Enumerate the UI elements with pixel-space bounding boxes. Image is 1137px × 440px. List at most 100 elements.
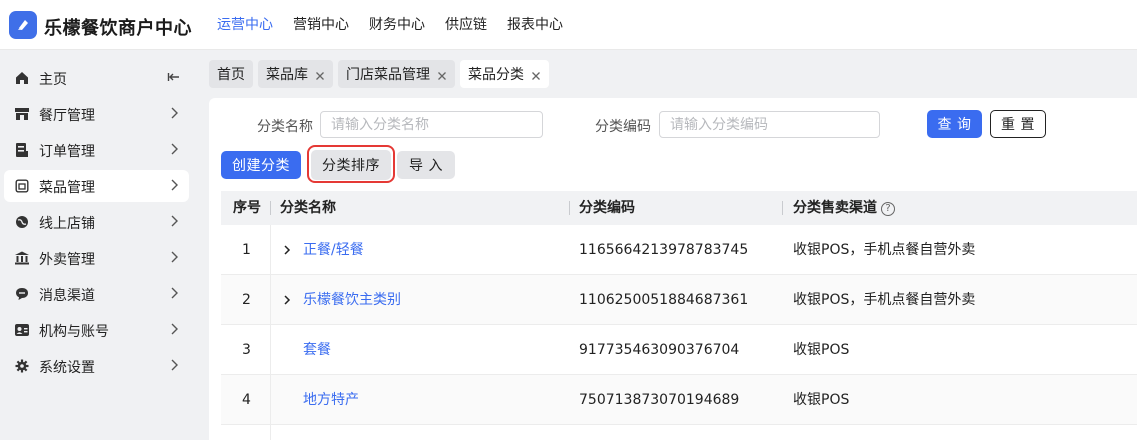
category-code: 1165664213978783745 [579, 242, 749, 258]
sidebar-item-restaurant[interactable]: 餐厅管理 [4, 98, 189, 130]
sidebar-item-label: 外卖管理 [39, 252, 95, 268]
help-icon[interactable]: ? [881, 202, 895, 216]
chevron-right-icon [167, 106, 181, 120]
sidebar-item-label: 主页 [39, 72, 67, 88]
topnav-finance[interactable]: 财务中心 [359, 0, 435, 50]
chevron-right-icon [167, 214, 181, 228]
category-code: 1106250051884687361 [579, 292, 749, 308]
page-tabs: 首页 菜品库 门店菜品管理 菜品分类 [209, 60, 549, 88]
gear-icon [14, 358, 30, 374]
sidebar-item-delivery[interactable]: 外卖管理 [4, 242, 189, 274]
column-header-code: 分类编码 [579, 200, 635, 216]
sidebar-item-label: 菜品管理 [39, 180, 95, 196]
reset-button[interactable]: 重 置 [990, 110, 1046, 138]
sidebar-item-label: 机构与账号 [39, 324, 109, 340]
table-header: 序号 分类名称 分类编码 分类售卖渠道? [221, 191, 1137, 225]
index-column-divider [270, 225, 271, 440]
column-header-index: 序号 [233, 200, 261, 216]
column-header-channels: 分类售卖渠道? [793, 191, 895, 225]
category-name-link[interactable]: 正餐/轻餐 [303, 225, 364, 275]
topnav-supply-chain[interactable]: 供应链 [435, 0, 497, 50]
table-row[interactable]: 1 正餐/轻餐 1165664213978783745 收银POS，手机点餐自营… [221, 225, 1137, 275]
tab-label: 菜品分类 [468, 67, 524, 83]
sidebar-item-label: 线上店铺 [39, 216, 95, 232]
app-logo-icon[interactable] [9, 11, 37, 39]
category-name-link[interactable]: 地方特产 [303, 375, 359, 425]
channels-header-label: 分类售卖渠道 [793, 200, 877, 216]
close-icon[interactable] [315, 69, 325, 80]
column-divider [782, 201, 783, 215]
sidebar: 主页 餐厅管理 订单管理 菜品管理 线上店铺 外卖管理 消息渠道 机构与账号 系… [0, 50, 200, 440]
close-icon[interactable] [437, 69, 447, 80]
chevron-right-icon [167, 178, 181, 192]
expand-chevron-icon[interactable] [281, 244, 293, 256]
category-name-label: 分类名称 [257, 119, 313, 135]
message-icon [14, 286, 30, 302]
sidebar-item-system-settings[interactable]: 系统设置 [4, 350, 189, 382]
home-icon [14, 70, 30, 86]
bank-icon [14, 250, 30, 266]
category-code: 750713873070194689 [579, 392, 740, 408]
import-button[interactable]: 导 入 [397, 151, 455, 179]
category-channels: 收银POS [793, 342, 850, 358]
tab-store-dish-management[interactable]: 门店菜品管理 [338, 60, 455, 88]
topnav-marketing[interactable]: 营销中心 [283, 0, 359, 50]
category-channels: 收银POS，手机点餐自营外卖 [793, 292, 976, 308]
sidebar-item-dishes[interactable]: 菜品管理 [4, 170, 189, 202]
sidebar-item-org-account[interactable]: 机构与账号 [4, 314, 189, 346]
category-code: 917735463090376704 [579, 342, 740, 358]
tab-label: 菜品库 [266, 67, 308, 83]
chevron-right-icon [167, 142, 181, 156]
tab-home[interactable]: 首页 [209, 60, 253, 88]
chevron-right-icon [167, 250, 181, 264]
topnav-reports[interactable]: 报表中心 [497, 0, 573, 50]
sidebar-item-online-store[interactable]: 线上店铺 [4, 206, 189, 238]
chevron-right-icon [167, 358, 181, 372]
sidebar-item-home[interactable]: 主页 [4, 62, 189, 94]
create-category-button[interactable]: 创建分类 [221, 151, 301, 179]
row-index: 4 [242, 392, 251, 408]
column-divider [270, 201, 271, 215]
order-icon [14, 142, 30, 158]
row-index: 2 [242, 292, 251, 308]
category-channels: 收银POS [793, 392, 850, 408]
sidebar-item-orders[interactable]: 订单管理 [4, 134, 189, 166]
category-name-input[interactable] [320, 111, 543, 138]
query-button[interactable]: 查 询 [927, 110, 982, 138]
collapse-sidebar-icon[interactable] [167, 70, 181, 84]
table-row[interactable]: 2 乐檬餐饮主类别 1106250051884687361 收银POS，手机点餐… [221, 275, 1137, 325]
category-channels: 收银POS，手机点餐自营外卖 [793, 242, 976, 258]
sidebar-item-label: 餐厅管理 [39, 108, 95, 124]
category-name-link[interactable]: 乐檬餐饮主类别 [303, 275, 401, 325]
main-panel: 分类名称 分类编码 查 询 重 置 创建分类 分类排序 导 入 序号 分类名称 … [209, 98, 1137, 440]
app-title: 乐檬餐饮商户中心 [44, 18, 192, 39]
expand-chevron-icon[interactable] [281, 294, 293, 306]
globe-icon [14, 214, 30, 230]
topnav-operations[interactable]: 运营中心 [207, 0, 283, 50]
tab-label: 门店菜品管理 [346, 67, 430, 83]
sort-category-button[interactable]: 分类排序 [311, 150, 391, 180]
top-bar: 乐檬餐饮商户中心 运营中心 营销中心 财务中心 供应链 报表中心 [0, 0, 1137, 50]
close-icon[interactable] [531, 69, 541, 80]
row-index: 3 [242, 342, 251, 358]
tab-label: 首页 [217, 67, 245, 83]
chevron-right-icon [167, 286, 181, 300]
account-icon [14, 322, 30, 338]
store-icon [14, 106, 30, 122]
sidebar-item-label: 消息渠道 [39, 288, 95, 304]
column-divider [569, 201, 570, 215]
sidebar-item-label: 订单管理 [39, 144, 95, 160]
table-row[interactable]: 4 地方特产 750713873070194689 收银POS [221, 375, 1137, 425]
column-header-name: 分类名称 [280, 200, 336, 216]
sidebar-item-message-channel[interactable]: 消息渠道 [4, 278, 189, 310]
tab-dish-category[interactable]: 菜品分类 [460, 60, 549, 88]
row-index: 1 [242, 242, 251, 258]
chevron-right-icon [167, 322, 181, 336]
sidebar-item-label: 系统设置 [39, 360, 95, 376]
category-name-link[interactable]: 套餐 [303, 325, 331, 375]
category-code-input[interactable] [659, 111, 880, 138]
dish-icon [14, 178, 30, 194]
tab-dish-library[interactable]: 菜品库 [258, 60, 333, 88]
table-row[interactable]: 3 套餐 917735463090376704 收银POS [221, 325, 1137, 375]
top-navigation: 运营中心 营销中心 财务中心 供应链 报表中心 [207, 0, 573, 50]
